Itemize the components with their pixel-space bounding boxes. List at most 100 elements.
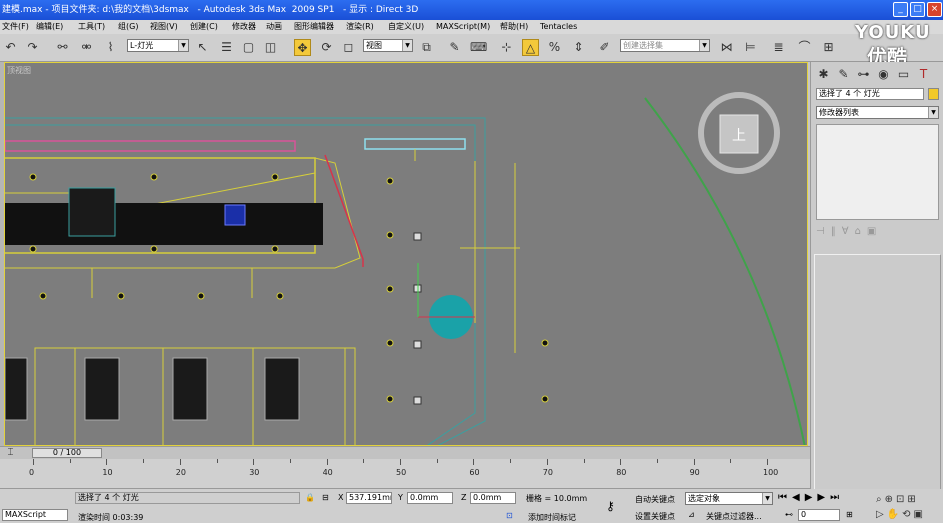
menu-rendering[interactable]: 渲染(R) bbox=[346, 20, 374, 34]
menu-graph-editors[interactable]: 图形编辑器 bbox=[294, 20, 334, 34]
undo-icon[interactable]: ↶ bbox=[2, 39, 19, 56]
redo-icon[interactable]: ↷ bbox=[24, 39, 41, 56]
show-end-result-icon[interactable]: ‖ bbox=[831, 226, 842, 237]
menu-group[interactable]: 组(G) bbox=[118, 20, 138, 34]
configure-sets-icon[interactable]: ▣ bbox=[867, 226, 882, 237]
hierarchy-tab-icon[interactable]: ⊶ bbox=[855, 66, 872, 83]
pivot-center-icon[interactable]: ⧉ bbox=[418, 39, 435, 56]
snap-toggle-icon[interactable]: ⊹ bbox=[498, 39, 515, 56]
pin-stack-icon[interactable]: ⊣ bbox=[816, 226, 831, 237]
menu-file[interactable]: 文件(F) bbox=[2, 20, 29, 34]
menu-create[interactable]: 创建(C) bbox=[190, 20, 218, 34]
top-viewport[interactable]: 顶视图 上 bbox=[4, 62, 808, 446]
schematic-view-icon[interactable]: ⊞ bbox=[820, 39, 837, 56]
add-time-tag[interactable]: 添加时间标记 bbox=[528, 512, 576, 523]
current-frame-field[interactable]: 0 bbox=[798, 509, 840, 521]
window-crossing-icon[interactable]: ◫ bbox=[262, 39, 279, 56]
absolute-mode-icon[interactable]: ⊟ bbox=[322, 493, 329, 502]
modify-tab-icon[interactable]: ✎ bbox=[835, 66, 852, 83]
track-bar[interactable]: 0 10 20 30 40 50 60 70 80 90 100 bbox=[0, 459, 810, 489]
lock-selection-icon[interactable]: 🔒 bbox=[305, 493, 315, 502]
remove-modifier-icon[interactable]: ⌂ bbox=[855, 226, 867, 237]
make-unique-icon[interactable]: ∀ bbox=[842, 226, 855, 237]
menu-maxscript[interactable]: MAXScript(M) bbox=[436, 20, 490, 34]
play-icon[interactable]: ▶ bbox=[805, 492, 818, 503]
maxscript-listener[interactable]: MAXScript bbox=[2, 509, 68, 521]
keyboard-shortcut-icon[interactable]: ⌨ bbox=[470, 39, 487, 56]
pan-icon[interactable]: ✋ bbox=[887, 509, 902, 520]
close-button[interactable]: × bbox=[927, 2, 942, 17]
zoom-extents-all-icon[interactable]: ⊞ bbox=[907, 494, 918, 505]
orbit-icon[interactable]: ⟲ bbox=[902, 509, 913, 520]
go-to-start-icon[interactable]: ⏮ bbox=[778, 492, 792, 503]
time-tag-icon[interactable]: ⊡ bbox=[506, 511, 513, 520]
menu-views[interactable]: 视图(V) bbox=[150, 20, 178, 34]
manipulate-icon[interactable]: ✎ bbox=[446, 39, 463, 56]
named-selection-dropdown[interactable]: 创建选择集 ▼ bbox=[620, 39, 710, 52]
auto-key-button[interactable]: 自动关键点 bbox=[635, 494, 675, 505]
menu-tentacles[interactable]: Tentacles bbox=[540, 20, 577, 34]
menu-edit[interactable]: 编辑(E) bbox=[36, 20, 63, 34]
zoom-all-icon[interactable]: ⊕ bbox=[885, 494, 896, 505]
chevron-down-icon: ▼ bbox=[402, 40, 412, 51]
selection-name-field[interactable]: 选择了 4 个 灯光 bbox=[816, 88, 924, 100]
menu-animation[interactable]: 动画 bbox=[266, 20, 282, 34]
mirror-icon[interactable]: ⋈ bbox=[718, 39, 735, 56]
motion-tab-icon[interactable]: ◉ bbox=[875, 66, 892, 83]
next-frame-icon[interactable]: ▶ bbox=[817, 492, 830, 503]
zoom-extents-icon[interactable]: ⊡ bbox=[896, 494, 907, 505]
minimize-button[interactable]: _ bbox=[893, 2, 908, 17]
maximize-button[interactable]: □ bbox=[910, 2, 925, 17]
select-object-icon[interactable]: ↖ bbox=[194, 39, 211, 56]
edit-named-selection-icon[interactable]: ✐ bbox=[596, 39, 613, 56]
y-coordinate-field[interactable]: 0.0mm bbox=[407, 492, 453, 504]
red-line bbox=[324, 154, 364, 267]
previous-frame-icon[interactable]: ◀ bbox=[792, 492, 805, 503]
set-key-button[interactable]: 设置关键点 bbox=[635, 511, 675, 522]
key-mode-toggle-icon[interactable]: ⊷ bbox=[785, 510, 793, 519]
field-of-view-icon[interactable]: ▷ bbox=[876, 509, 887, 520]
key-mode-dropdown[interactable]: 选定对象 ▼ bbox=[685, 492, 773, 505]
reference-coordinate-dropdown[interactable]: 视图 ▼ bbox=[363, 39, 413, 52]
zoom-icon[interactable]: ⌕ bbox=[876, 494, 885, 505]
rectangular-selection-icon[interactable]: ▢ bbox=[240, 39, 257, 56]
time-config-icon[interactable]: ⊞ bbox=[846, 510, 853, 519]
select-and-rotate-icon[interactable]: ⟳ bbox=[318, 39, 335, 56]
menu-modifiers[interactable]: 修改器 bbox=[232, 20, 256, 34]
key-filters-button[interactable]: 关键点过滤器... bbox=[706, 511, 762, 522]
ruler-tick bbox=[693, 459, 695, 465]
modifier-list-dropdown[interactable]: 修改器列表 ▼ bbox=[816, 106, 939, 119]
ruler-tick bbox=[546, 459, 548, 465]
display-tab-icon[interactable]: ▭ bbox=[895, 66, 912, 83]
select-link-icon[interactable]: ⚯ bbox=[54, 39, 71, 56]
ruler-tick bbox=[69, 459, 71, 463]
modifier-stack[interactable] bbox=[816, 124, 939, 220]
align-icon[interactable]: ⊨ bbox=[742, 39, 759, 56]
utilities-tab-icon[interactable]: T bbox=[915, 66, 932, 83]
ruler-tick bbox=[730, 459, 732, 463]
select-by-name-icon[interactable]: ☰ bbox=[218, 39, 235, 56]
spinner-snap-icon[interactable]: ⇕ bbox=[570, 39, 587, 56]
time-slider[interactable]: 0 / 100 bbox=[32, 448, 102, 458]
menu-customize[interactable]: 自定义(U) bbox=[388, 20, 424, 34]
unlink-icon[interactable]: ⚮ bbox=[78, 39, 95, 56]
ruler-tick-label: 60 bbox=[469, 468, 480, 477]
maximize-viewport-icon[interactable]: ▣ bbox=[914, 509, 926, 520]
select-and-scale-icon[interactable]: ◻ bbox=[340, 39, 357, 56]
x-coordinate-field[interactable]: 537.191mm bbox=[346, 492, 392, 504]
angle-snap-icon[interactable]: △ bbox=[522, 39, 539, 56]
percent-snap-icon[interactable]: % bbox=[546, 39, 563, 56]
z-coordinate-field[interactable]: 0.0mm bbox=[470, 492, 516, 504]
ruler-tick bbox=[363, 459, 365, 463]
selection-filter-dropdown[interactable]: L-灯光 ▼ bbox=[127, 39, 189, 52]
create-tab-icon[interactable]: ✱ bbox=[815, 66, 832, 83]
select-and-move-icon[interactable]: ✥ bbox=[294, 39, 311, 56]
bind-space-warp-icon[interactable]: ⌇ bbox=[102, 39, 119, 56]
set-key-icon[interactable]: ⚷ bbox=[606, 499, 615, 513]
object-color-swatch[interactable] bbox=[928, 88, 939, 100]
menu-tools[interactable]: 工具(T) bbox=[78, 20, 105, 34]
curve-editor-icon[interactable]: ⌒ bbox=[796, 39, 813, 56]
menu-help[interactable]: 帮助(H) bbox=[500, 20, 528, 34]
layer-manager-icon[interactable]: ≣ bbox=[770, 39, 787, 56]
go-to-end-icon[interactable]: ⏭ bbox=[830, 492, 844, 503]
